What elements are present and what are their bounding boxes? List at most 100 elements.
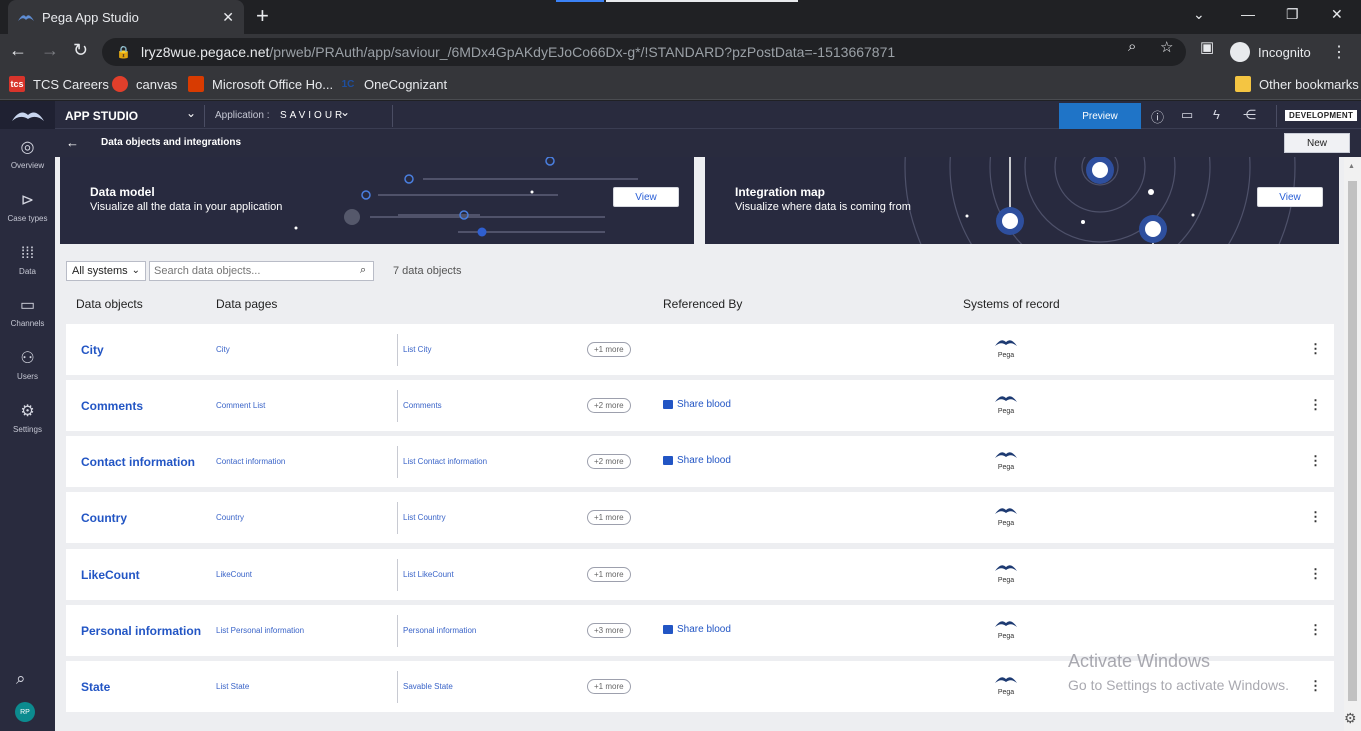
search-input[interactable] bbox=[149, 261, 374, 281]
referenced-by-link[interactable]: Share blood bbox=[663, 399, 731, 410]
more-pages-pill[interactable]: +1 more bbox=[587, 342, 631, 357]
scroll-up-arrow-icon[interactable]: ▲ bbox=[1348, 163, 1355, 170]
new-button[interactable]: New bbox=[1284, 133, 1350, 153]
referenced-by-label: Share blood bbox=[677, 455, 731, 466]
pega-logo-icon bbox=[995, 396, 1017, 402]
referenced-by-link[interactable]: Share blood bbox=[663, 455, 731, 466]
address-bar[interactable]: 🔒 lryz8wue.pegace.net /prweb/PRAuth/app/… bbox=[102, 38, 1186, 66]
more-pages-pill[interactable]: +2 more bbox=[587, 454, 631, 469]
data-page-link[interactable]: List Personal information bbox=[216, 626, 304, 635]
gear-icon: ⚙ bbox=[20, 403, 35, 420]
integration-map-banner: Integration map Visualize where data is … bbox=[705, 157, 1339, 244]
rail-item-data[interactable]: ⁞⁞⁞ Data bbox=[0, 245, 55, 276]
incognito-icon bbox=[1230, 42, 1250, 62]
close-window-icon[interactable]: ✕ bbox=[1331, 6, 1343, 23]
row-actions-kebab-icon[interactable]: ⋮ bbox=[1309, 622, 1322, 638]
tab-search-icon[interactable]: ⌄ bbox=[1193, 6, 1205, 23]
rail-item-case-types[interactable]: ⊳ Case types bbox=[0, 192, 55, 223]
side-panel-icon[interactable]: ▣ bbox=[1200, 38, 1214, 56]
row-actions-kebab-icon[interactable]: ⋮ bbox=[1309, 566, 1322, 582]
more-pages-pill[interactable]: +2 more bbox=[587, 398, 631, 413]
row-actions-kebab-icon[interactable]: ⋮ bbox=[1309, 453, 1322, 469]
data-page-link[interactable]: Comment List bbox=[216, 401, 265, 410]
system-filter-select[interactable]: All systems ⌄ bbox=[66, 261, 146, 281]
forward-icon[interactable]: → bbox=[41, 40, 59, 61]
row-actions-kebab-icon[interactable]: ⋮ bbox=[1309, 509, 1322, 525]
zoom-search-icon[interactable]: ⌕ bbox=[1128, 38, 1136, 55]
table-row: LikeCount LikeCount List LikeCount +1 mo… bbox=[66, 549, 1334, 600]
scrollbar-thumb[interactable] bbox=[1348, 181, 1357, 701]
studio-title: APP STUDIO bbox=[65, 109, 139, 123]
bookmark-label: canvas bbox=[136, 76, 178, 92]
new-tab-button[interactable]: + bbox=[256, 4, 269, 28]
channels-icon: ▭ bbox=[19, 297, 36, 314]
main-content: Data model Visualize all the data in you… bbox=[55, 157, 1344, 731]
studio-switcher-chevron-icon[interactable]: ⌄ bbox=[186, 106, 196, 120]
row-actions-kebab-icon[interactable]: ⋮ bbox=[1309, 341, 1322, 357]
browser-tab[interactable]: Pega App Studio ✕ bbox=[8, 0, 244, 34]
hierarchy-icon[interactable]: ⋲ bbox=[1243, 107, 1256, 123]
data-page-link[interactable]: Contact information bbox=[216, 457, 285, 466]
data-object-link[interactable]: LikeCount bbox=[81, 568, 140, 582]
integration-map-view-button[interactable]: View bbox=[1257, 187, 1323, 207]
rail-item-overview[interactable]: ◎ Overview bbox=[0, 139, 55, 170]
data-page-link[interactable]: Comments bbox=[403, 401, 442, 410]
settings-gear-icon[interactable]: ⚙ bbox=[1344, 710, 1357, 727]
data-page-link[interactable]: Savable State bbox=[403, 682, 453, 691]
bookmark-microsoft-office[interactable]: Microsoft Office Ho... bbox=[188, 76, 333, 92]
rail-item-users[interactable]: ⚇ Users bbox=[0, 350, 55, 381]
application-chevron-icon[interactable]: ⌄ bbox=[340, 105, 350, 119]
incognito-indicator[interactable]: Incognito bbox=[1230, 42, 1311, 62]
comments-icon[interactable]: ▭ bbox=[1181, 107, 1193, 123]
data-object-link[interactable]: Contact information bbox=[81, 455, 195, 469]
restore-icon[interactable]: ❐ bbox=[1286, 6, 1299, 23]
back-arrow-icon[interactable]: ← bbox=[66, 135, 79, 150]
search-icon[interactable]: ⌕ bbox=[360, 264, 366, 277]
data-object-link[interactable]: Country bbox=[81, 511, 127, 525]
data-page-link[interactable]: LikeCount bbox=[216, 570, 252, 579]
preview-button[interactable]: Preview bbox=[1059, 103, 1141, 129]
row-actions-kebab-icon[interactable]: ⋮ bbox=[1309, 397, 1322, 413]
tab-close-icon[interactable]: ✕ bbox=[222, 9, 234, 26]
data-page-link[interactable]: List LikeCount bbox=[403, 570, 454, 579]
bookmark-canvas[interactable]: canvas bbox=[112, 76, 177, 92]
data-page-link[interactable]: Personal information bbox=[403, 626, 476, 635]
data-object-link[interactable]: City bbox=[81, 343, 104, 357]
data-object-link[interactable]: Comments bbox=[81, 399, 143, 413]
divider bbox=[397, 390, 398, 422]
more-pages-pill[interactable]: +1 more bbox=[587, 567, 631, 582]
avatar[interactable]: RP bbox=[15, 702, 35, 722]
tcs-logo-icon: tcs bbox=[9, 76, 25, 92]
browser-menu-icon[interactable]: ⋮ bbox=[1331, 42, 1347, 62]
back-icon[interactable]: ← bbox=[9, 40, 27, 61]
more-pages-pill[interactable]: +1 more bbox=[587, 679, 631, 694]
minimize-icon[interactable]: — bbox=[1241, 6, 1255, 22]
data-model-view-button[interactable]: View bbox=[613, 187, 679, 207]
data-page-link[interactable]: List Contact information bbox=[403, 457, 487, 466]
data-page-link[interactable]: List Country bbox=[403, 513, 446, 522]
other-bookmarks[interactable]: Other bookmarks bbox=[1235, 76, 1359, 92]
data-page-link[interactable]: List City bbox=[403, 345, 431, 354]
data-page-link[interactable]: City bbox=[216, 345, 230, 354]
data-page-link[interactable]: Country bbox=[216, 513, 244, 522]
more-pages-pill[interactable]: +3 more bbox=[587, 623, 631, 638]
more-pages-pill[interactable]: +1 more bbox=[587, 510, 631, 525]
data-page-link[interactable]: List State bbox=[216, 682, 249, 691]
application-name[interactable]: SAVIOUR bbox=[280, 110, 345, 121]
row-actions-kebab-icon[interactable]: ⋮ bbox=[1309, 678, 1322, 694]
referenced-by-link[interactable]: Share blood bbox=[663, 624, 731, 635]
rail-item-settings[interactable]: ⚙ Settings bbox=[0, 403, 55, 434]
pega-logo-icon bbox=[995, 565, 1017, 571]
vertical-scrollbar[interactable]: ▲ bbox=[1344, 157, 1361, 731]
reload-icon[interactable]: ↻ bbox=[73, 40, 88, 61]
bookmark-star-icon[interactable]: ☆ bbox=[1160, 38, 1173, 56]
bookmark-tcs-careers[interactable]: tcs TCS Careers bbox=[9, 76, 109, 92]
pega-logo[interactable] bbox=[0, 101, 55, 129]
lightning-icon[interactable]: ϟ bbox=[1213, 107, 1220, 122]
search-icon[interactable]: ⌕ bbox=[16, 669, 26, 689]
data-object-link[interactable]: State bbox=[81, 680, 110, 694]
rail-item-channels[interactable]: ▭ Channels bbox=[0, 297, 55, 328]
bookmark-onecognizant[interactable]: 1C OneCognizant bbox=[340, 76, 448, 92]
help-icon[interactable]: ⓘ bbox=[1151, 107, 1164, 126]
data-object-link[interactable]: Personal information bbox=[81, 624, 201, 638]
